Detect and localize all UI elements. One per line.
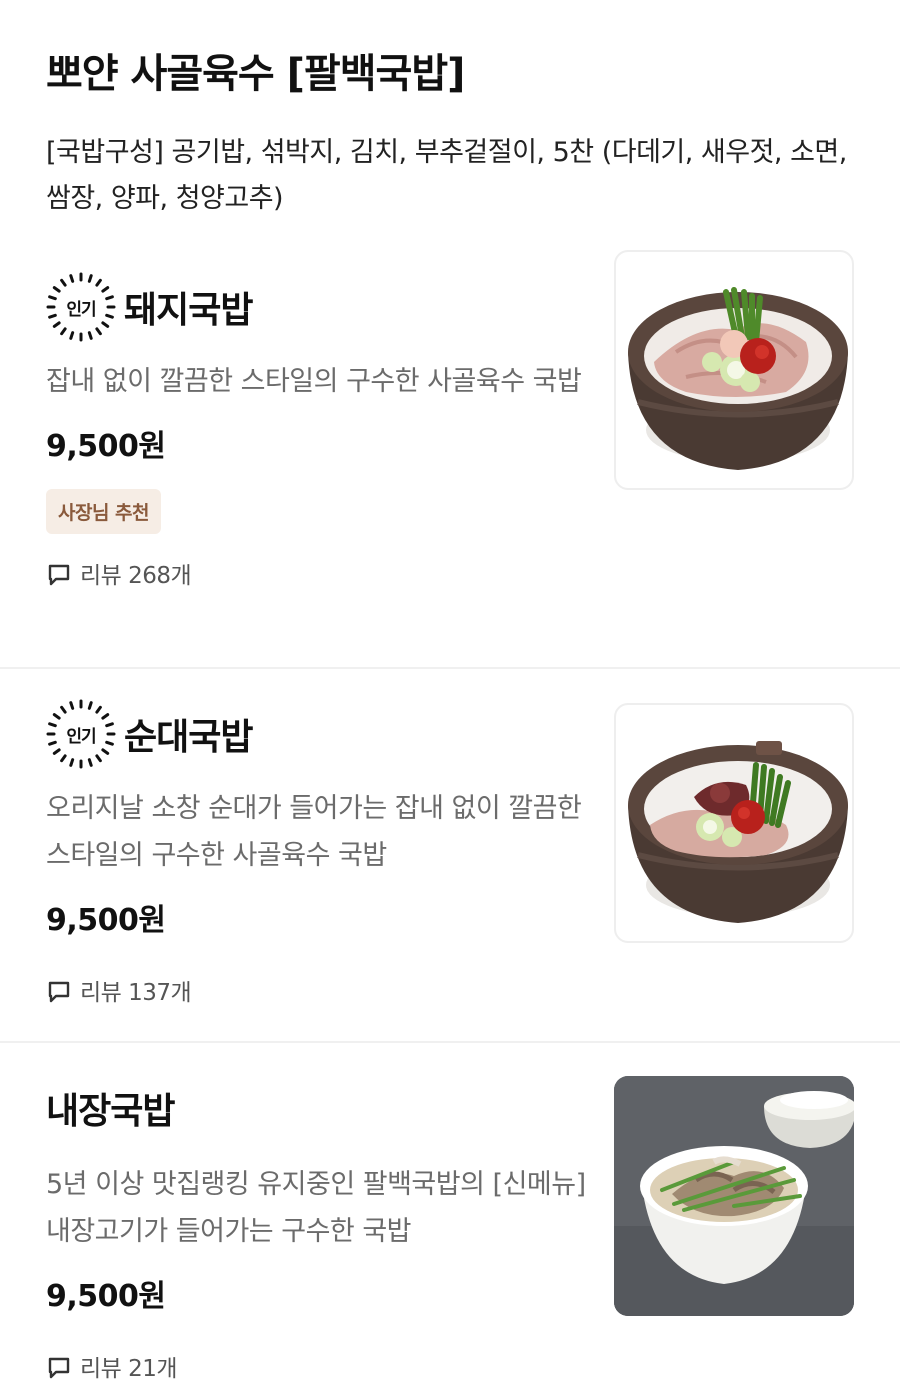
section-description: [국밥구성] 공기밥, 섞박지, 김치, 부추겉절이, 5찬 (다데기, 새우젓… [46, 137, 847, 214]
section-header: 뽀얀 사골육수 [팔백국밥] [국밥구성] 공기밥, 섞박지, 김치, 부추겉절… [0, 0, 900, 244]
review-count[interactable]: 리뷰 137개 [46, 973, 854, 1007]
menu-name: 내장국밥 [46, 1091, 175, 1132]
menu-photo-pork-gukbap[interactable] [614, 250, 854, 490]
popular-badge: 인기 [46, 272, 116, 342]
popular-badge-label: 인기 [66, 299, 96, 320]
popular-badge: 인기 [46, 699, 116, 769]
menu-item-sundae-gukbap[interactable]: 인기 순대국밥 오리지날 소창 순대가 들어가는 잡내 없이 깔끔한 스타일의 … [0, 669, 900, 1043]
popular-badge-label: 인기 [66, 726, 96, 747]
review-speech-bubble-icon [48, 1357, 70, 1379]
menu-description: 5년 이상 맛집랭킹 유지중인 팔백국밥의 [신메뉴] 내장고기가 들어가는 구… [46, 1169, 586, 1247]
review-count-label: 리뷰 21개 [80, 1356, 178, 1382]
menu-item-naejang-gukbap[interactable]: 내장국밥 5년 이상 맛집랭킹 유지중인 팔백국밥의 [신메뉴] 내장고기가 들… [0, 1043, 900, 1400]
owner-recommend-badge: 사장님 추천 [46, 489, 162, 534]
menu-name: 순대국밥 [124, 717, 253, 758]
review-count[interactable]: 리뷰 21개 [46, 1349, 854, 1383]
sundae-soup-bowl-icon [628, 741, 848, 923]
section-title: 뽀얀 사골육수 [팔백국밥] [46, 51, 465, 97]
review-count[interactable]: 리뷰 268개 [46, 556, 854, 590]
menu-page: 뽀얀 사골육수 [팔백국밥] [국밥구성] 공기밥, 섞박지, 김치, 부추겉절… [0, 0, 900, 1400]
pork-soup-bowl-icon [628, 287, 848, 470]
review-speech-bubble-icon [48, 981, 70, 1003]
menu-item-pork-gukbap[interactable]: 인기 돼지국밥 잡내 없이 깔끔한 스타일의 구수한 사골육수 국밥 9,500… [0, 244, 900, 669]
menu-description: 오리지날 소창 순대가 들어가는 잡내 없이 깔끔한 스타일의 구수한 사골육수… [46, 793, 582, 871]
intestine-soup-bowl-icon [614, 1076, 854, 1316]
review-count-label: 리뷰 268개 [80, 563, 192, 589]
review-speech-bubble-icon [48, 564, 70, 586]
menu-photo-naejang-gukbap[interactable] [614, 1076, 854, 1316]
menu-photo-sundae-gukbap[interactable] [614, 703, 854, 943]
menu-name: 돼지국밥 [124, 290, 253, 331]
review-count-label: 리뷰 137개 [80, 980, 192, 1006]
menu-description: 잡내 없이 깔끔한 스타일의 구수한 사골육수 국밥 [46, 366, 582, 397]
